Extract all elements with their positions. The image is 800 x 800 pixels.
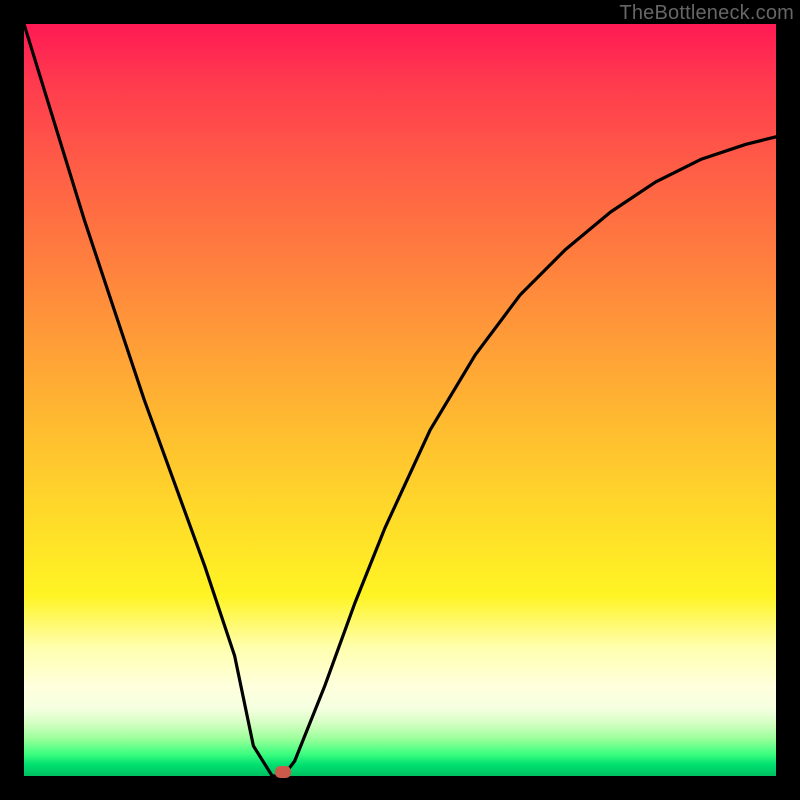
plot-area bbox=[24, 24, 776, 776]
curve-layer bbox=[24, 24, 776, 776]
chart-frame: TheBottleneck.com bbox=[0, 0, 800, 800]
watermark-text: TheBottleneck.com bbox=[619, 2, 794, 25]
minimum-marker bbox=[275, 766, 291, 778]
bottleneck-curve bbox=[24, 24, 776, 776]
